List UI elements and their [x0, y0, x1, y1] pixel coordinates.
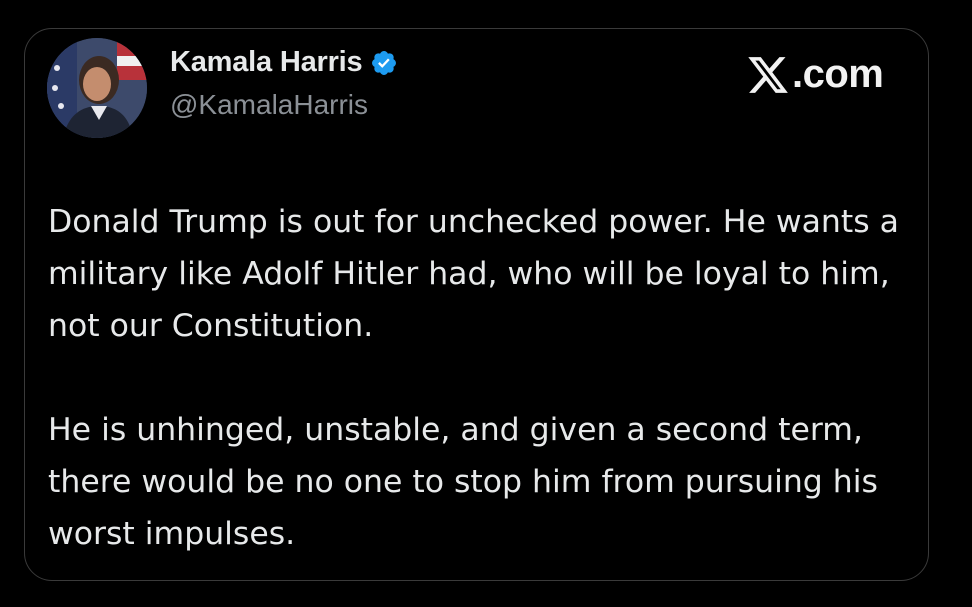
avatar[interactable] [47, 38, 147, 138]
author-name-row: Kamala Harris [170, 46, 398, 79]
author-display-name[interactable]: Kamala Harris [170, 46, 363, 79]
tweet-text: Donald Trump is out for unchecked power.… [48, 196, 908, 560]
verified-badge-icon [370, 49, 398, 77]
brand-domain-text: .com [792, 52, 884, 96]
brand-logo: .com [746, 52, 884, 97]
tweet-paragraph: He is unhinged, unstable, and given a se… [48, 412, 878, 552]
x-logo-icon [746, 53, 790, 97]
tweet-paragraph: Donald Trump is out for unchecked power.… [48, 204, 899, 344]
author-handle[interactable]: @KamalaHarris [170, 89, 368, 121]
